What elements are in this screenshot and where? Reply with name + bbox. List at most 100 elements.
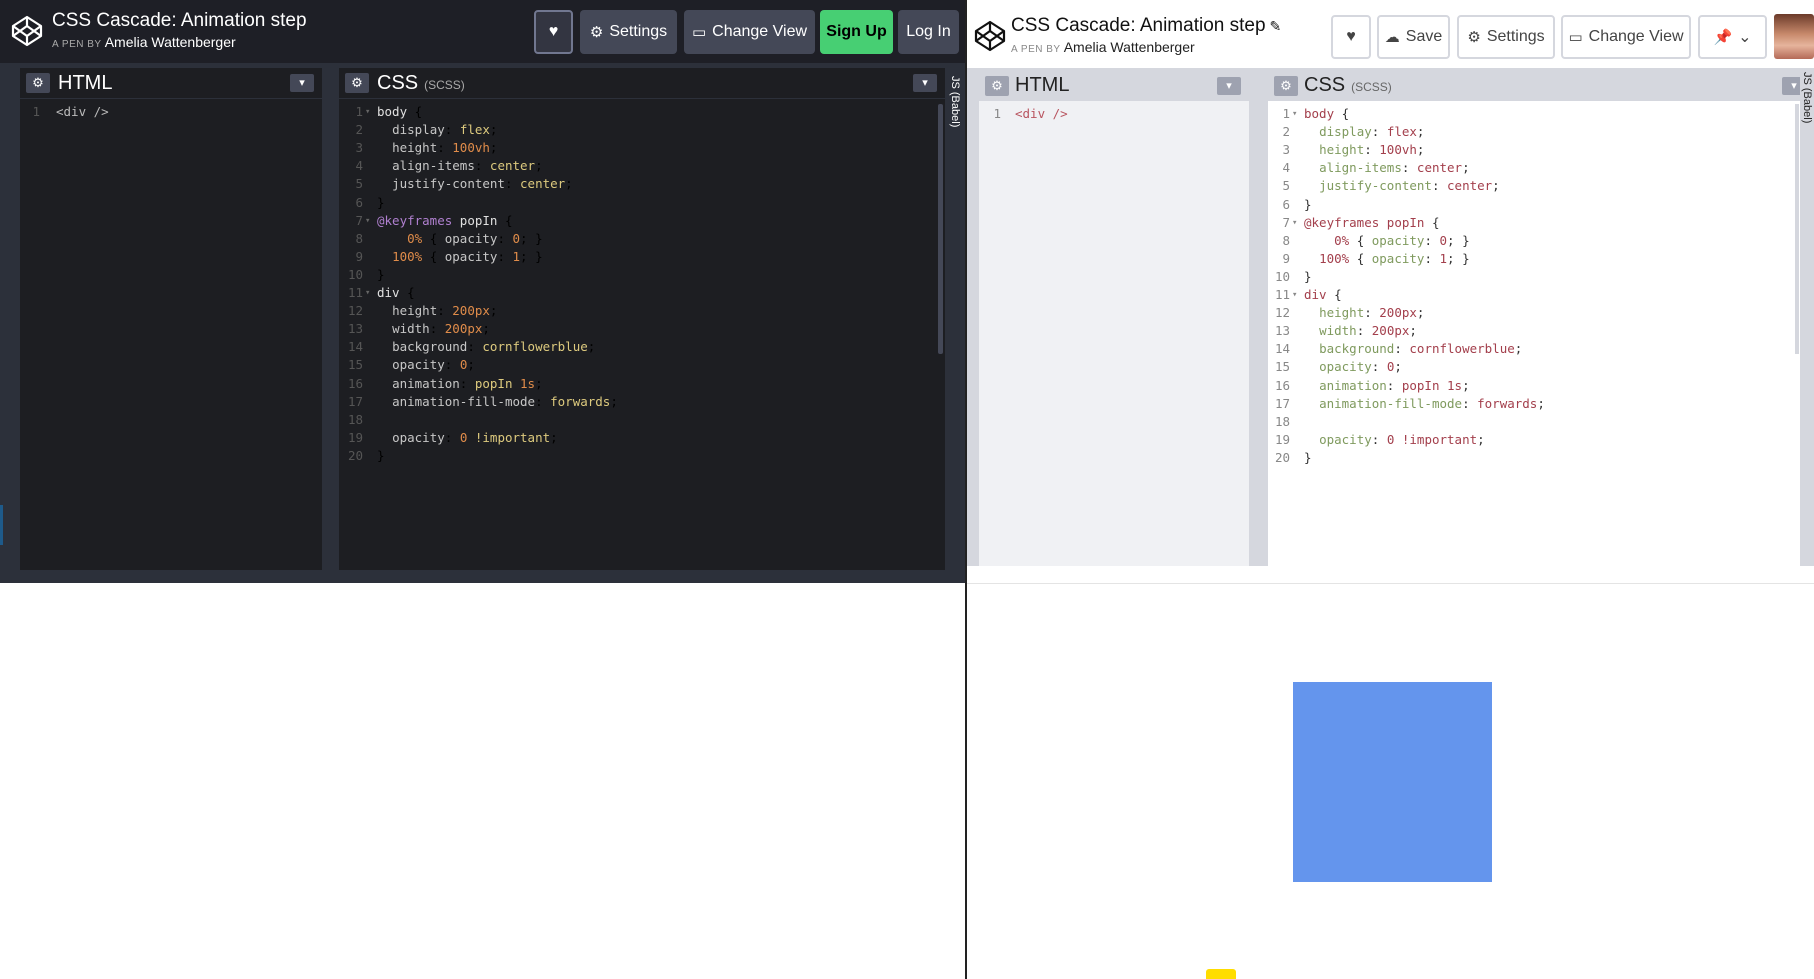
code-line[interactable]: 14 background: cornflowerblue; bbox=[339, 338, 945, 356]
pin-dropdown-button[interactable]: 📌 ⌄ bbox=[1698, 15, 1767, 59]
code-line[interactable]: 7 ▾ @keyframes popIn { bbox=[339, 212, 945, 230]
pen-title[interactable]: CSS Cascade: Animation step bbox=[52, 10, 307, 32]
code-line[interactable]: 8 0% { opacity: 0; } bbox=[1268, 232, 1814, 250]
fold-arrow-icon[interactable]: ▾ bbox=[365, 212, 370, 230]
code-text: } bbox=[1304, 196, 1312, 212]
preview-divider[interactable] bbox=[967, 583, 1814, 584]
code-line[interactable]: 12 height: 200px; bbox=[339, 302, 945, 320]
code-line[interactable]: 4 align-items: center; bbox=[339, 157, 945, 175]
css-preprocessor: (SCSS) bbox=[1351, 80, 1392, 94]
code-line[interactable]: 9 100% { opacity: 1; } bbox=[339, 248, 945, 266]
author-link[interactable]: Amelia Wattenberger bbox=[105, 34, 236, 50]
code-line[interactable]: 1 <div /> bbox=[20, 103, 322, 121]
line-number: 9 bbox=[355, 248, 363, 264]
css-editor-title: CSS (SCSS) bbox=[377, 72, 465, 95]
css-label: CSS bbox=[377, 72, 419, 94]
code-line[interactable]: 6} bbox=[1268, 196, 1814, 214]
code-line[interactable]: 10} bbox=[1268, 268, 1814, 286]
code-line[interactable]: 19 opacity: 0 !important; bbox=[1268, 431, 1814, 449]
line-number: 19 bbox=[1274, 431, 1290, 447]
fold-arrow-icon[interactable]: ▾ bbox=[1292, 105, 1297, 123]
code-line[interactable]: 1 ▾ body { bbox=[1268, 105, 1814, 123]
code-line[interactable]: 12 height: 200px; bbox=[1268, 304, 1814, 322]
code-line[interactable]: 13 width: 200px; bbox=[1268, 322, 1814, 340]
code-line[interactable]: 11 ▾ div { bbox=[1268, 286, 1814, 304]
code-line[interactable]: 7 ▾ @keyframes popIn { bbox=[1268, 214, 1814, 232]
log-in-button[interactable]: Log In bbox=[898, 10, 959, 54]
sign-up-button[interactable]: Sign Up bbox=[820, 10, 893, 54]
line-number: 15 bbox=[1274, 359, 1290, 375]
code-line[interactable]: 2 display: flex; bbox=[1268, 123, 1814, 141]
code-line[interactable]: 3 height: 100vh; bbox=[339, 139, 945, 157]
code-text: display: flex; bbox=[1319, 124, 1425, 140]
css-settings-gear-icon[interactable]: ⚙ bbox=[345, 73, 369, 93]
code-line[interactable]: 17 animation-fill-mode: forwards; bbox=[339, 393, 945, 411]
code-line[interactable]: 20} bbox=[1268, 449, 1814, 467]
heart-button[interactable]: ♥ bbox=[534, 10, 573, 54]
code-line[interactable]: 5 justify-content: center; bbox=[339, 175, 945, 193]
code-line[interactable]: 17 animation-fill-mode: forwards; bbox=[1268, 395, 1814, 413]
html-editor[interactable]: ⚙ HTML ▾ 1 <div /> bbox=[979, 70, 1249, 566]
code-line[interactable]: 11 ▾ div { bbox=[339, 284, 945, 302]
line-number: 18 bbox=[347, 411, 363, 427]
pen-title[interactable]: CSS Cascade: Animation step ✎ bbox=[1011, 15, 1281, 37]
code-line[interactable]: 15 opacity: 0; bbox=[339, 356, 945, 374]
code-line[interactable]: 2 display: flex; bbox=[339, 121, 945, 139]
code-line[interactable]: 15 opacity: 0; bbox=[1268, 358, 1814, 376]
code-line[interactable]: 5 justify-content: center; bbox=[1268, 177, 1814, 195]
code-text: align-items: center; bbox=[392, 158, 543, 174]
chevron-down-icon[interactable]: ▾ bbox=[913, 74, 937, 92]
change-view-button[interactable]: ▭ Change View bbox=[1561, 15, 1691, 59]
code-text: justify-content: center; bbox=[392, 176, 573, 192]
code-text: } bbox=[377, 447, 385, 463]
scrollbar[interactable] bbox=[938, 104, 943, 354]
code-line[interactable]: 16 animation: popIn 1s; bbox=[1268, 377, 1814, 395]
scrollbar[interactable] bbox=[1795, 104, 1799, 354]
line-number: 13 bbox=[1274, 323, 1290, 339]
code-line[interactable]: 13 width: 200px; bbox=[339, 320, 945, 338]
fold-arrow-icon[interactable]: ▾ bbox=[1292, 286, 1297, 304]
save-button[interactable]: ☁ Save bbox=[1377, 15, 1450, 59]
fold-arrow-icon[interactable]: ▾ bbox=[365, 103, 370, 121]
js-editor-collapsed[interactable]: JS (Babel) bbox=[1800, 68, 1814, 566]
code-line[interactable]: 1 <div /> bbox=[979, 105, 1249, 123]
codepen-logo-icon[interactable] bbox=[10, 14, 44, 48]
pencil-icon[interactable]: ✎ bbox=[1270, 18, 1282, 34]
css-settings-gear-icon[interactable]: ⚙ bbox=[1274, 76, 1298, 96]
user-avatar[interactable] bbox=[1774, 14, 1814, 59]
code-line[interactable]: 3 height: 100vh; bbox=[1268, 141, 1814, 159]
settings-button[interactable]: ⚙ Settings bbox=[580, 10, 677, 54]
css-editor[interactable]: ⚙ CSS (SCSS) ▾ 1 ▾ body {2 display: flex; 3 … bbox=[1268, 70, 1814, 566]
settings-button[interactable]: ⚙ Settings bbox=[1457, 15, 1555, 59]
css-editor[interactable]: ⚙ CSS (SCSS) ▾ 1 ▾ body {2 display: flex; 3 … bbox=[339, 68, 945, 570]
js-editor-collapsed[interactable]: JS (Babel) bbox=[945, 68, 965, 570]
html-settings-gear-icon[interactable]: ⚙ bbox=[985, 76, 1009, 96]
code-line[interactable]: 19 opacity: 0 !important; bbox=[339, 429, 945, 447]
chevron-down-icon[interactable]: ▾ bbox=[1217, 77, 1241, 95]
html-settings-gear-icon[interactable]: ⚙ bbox=[26, 73, 50, 93]
code-line[interactable]: 14 background: cornflowerblue; bbox=[1268, 340, 1814, 358]
code-line[interactable]: 6} bbox=[339, 194, 945, 212]
code-line[interactable]: 18 bbox=[339, 411, 945, 429]
code-line[interactable]: 20} bbox=[339, 447, 945, 465]
change-view-button[interactable]: ▭ Change View bbox=[684, 10, 815, 54]
code-line[interactable]: 18 bbox=[1268, 413, 1814, 431]
css-editor-title: CSS (SCSS) bbox=[1304, 74, 1392, 97]
fold-arrow-icon[interactable]: ▾ bbox=[1292, 214, 1297, 232]
heart-button[interactable]: ♥ bbox=[1331, 15, 1371, 59]
author-link[interactable]: Amelia Wattenberger bbox=[1064, 39, 1195, 55]
line-number: 11 bbox=[347, 285, 363, 300]
fold-arrow-icon[interactable]: ▾ bbox=[365, 284, 370, 302]
code-line[interactable]: 10} bbox=[339, 266, 945, 284]
code-line[interactable]: 8 0% { opacity: 0; } bbox=[339, 230, 945, 248]
code-line[interactable]: 9 100% { opacity: 1; } bbox=[1268, 250, 1814, 268]
chevron-down-icon[interactable]: ▾ bbox=[290, 74, 314, 92]
code-text: animation-fill-mode: forwards; bbox=[1319, 395, 1545, 411]
html-editor[interactable]: ⚙ HTML ▾ 1 <div /> bbox=[20, 68, 322, 570]
codepen-logo-icon[interactable] bbox=[973, 19, 1007, 53]
chevron-down-icon: ⌄ bbox=[1738, 29, 1752, 46]
code-line[interactable]: 1 ▾ body { bbox=[339, 103, 945, 121]
code-line[interactable]: 4 align-items: center; bbox=[1268, 159, 1814, 177]
settings-label: Settings bbox=[609, 23, 668, 40]
code-line[interactable]: 16 animation: popIn 1s; bbox=[339, 375, 945, 393]
